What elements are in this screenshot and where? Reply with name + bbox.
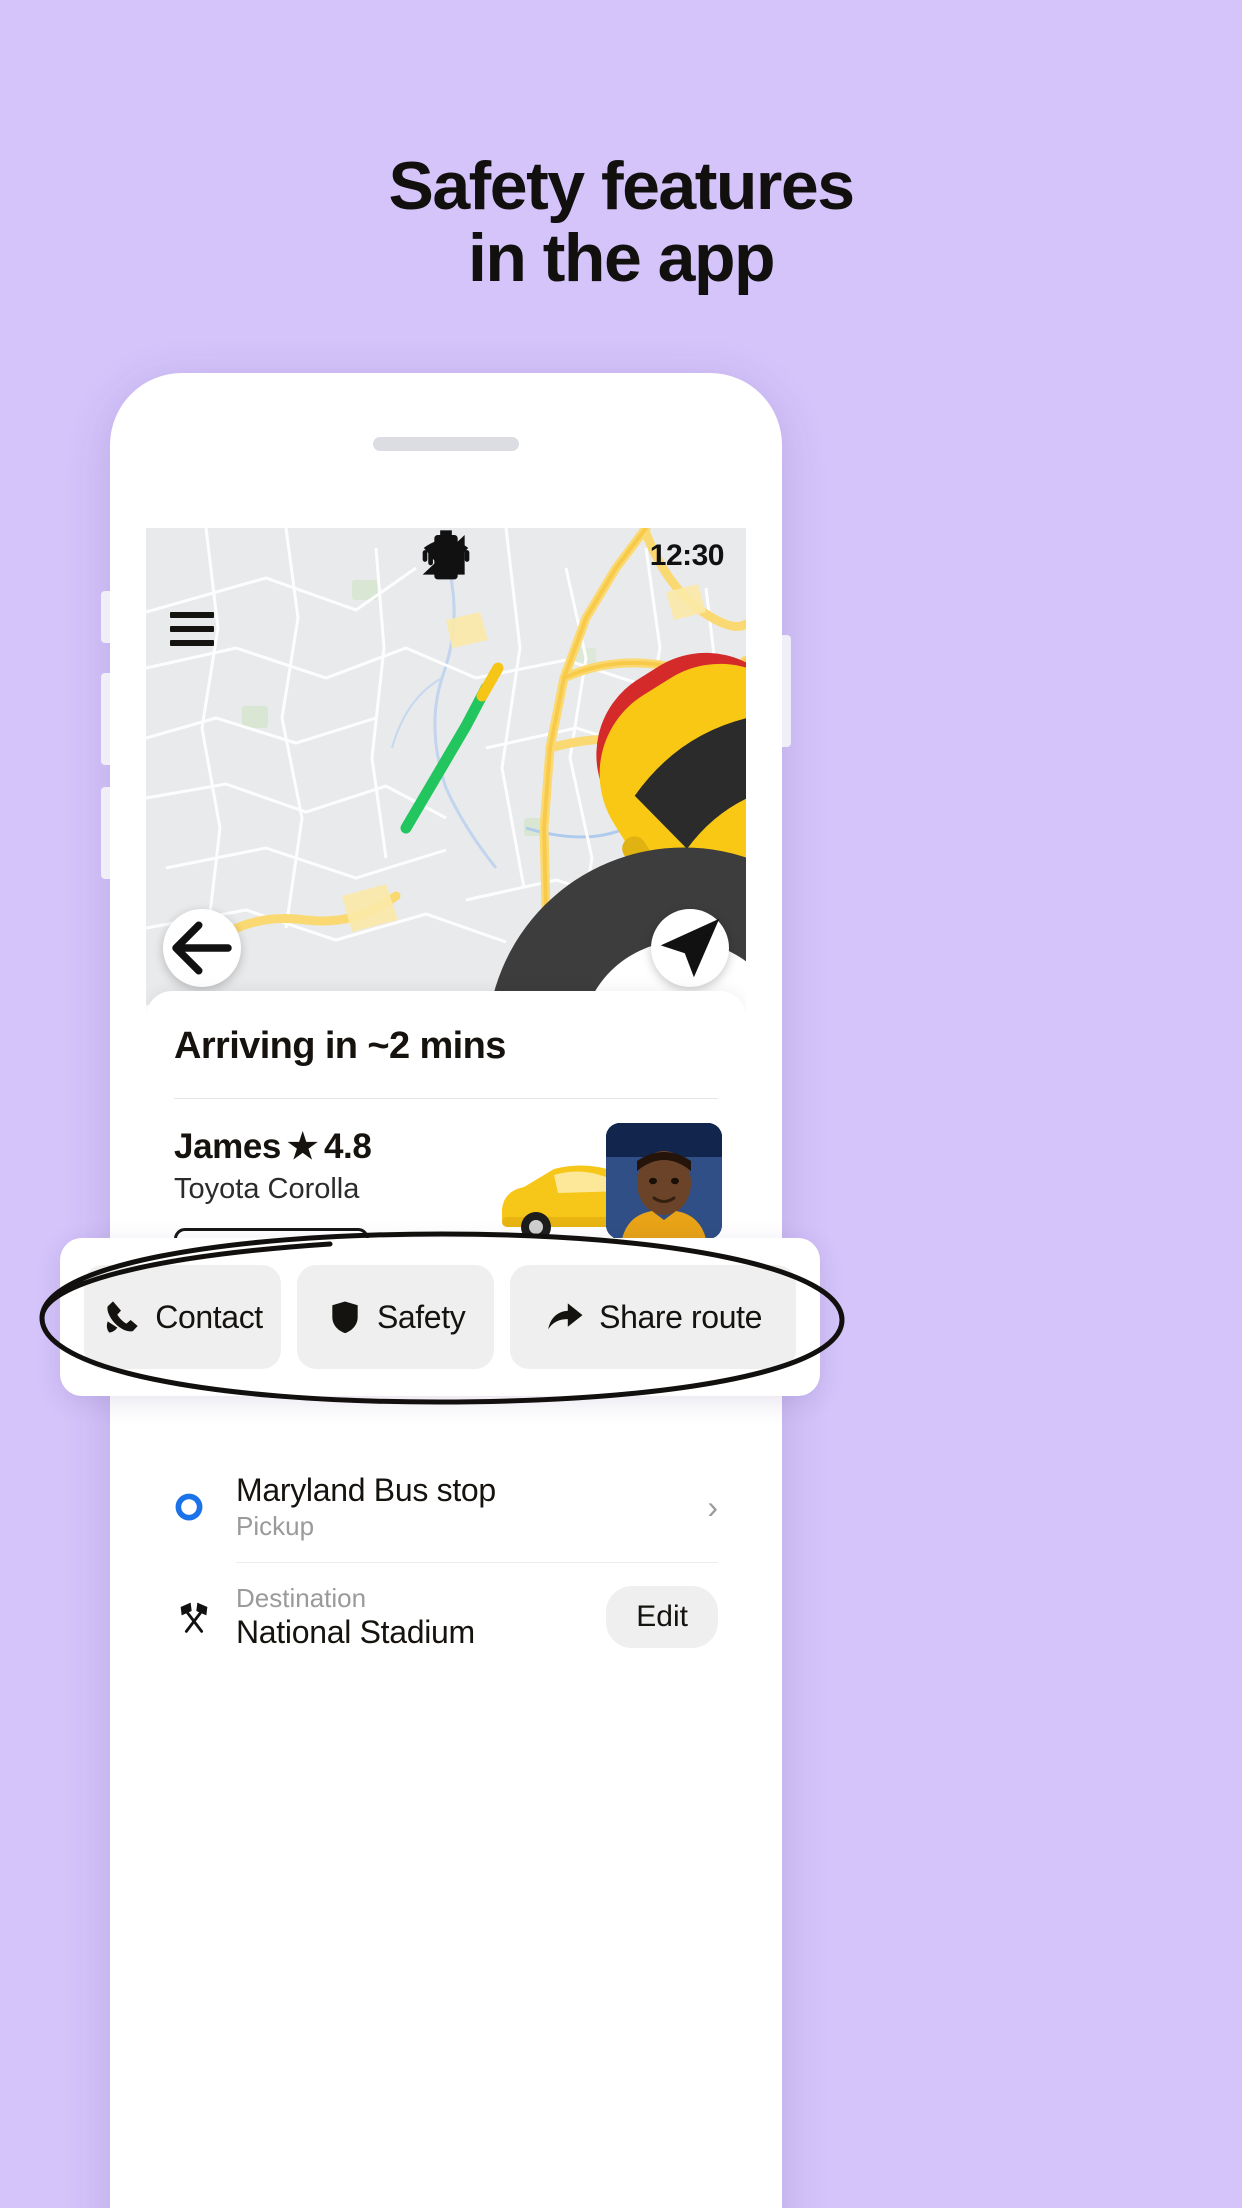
page-title: Safety features in the app [0,150,1242,294]
phone-icon [107,1301,138,1333]
contact-label: Contact [155,1298,263,1335]
shield-icon [332,1301,358,1334]
page-title-line-1: Safety features [388,148,855,224]
driver-rating: 4.8 [323,1127,372,1166]
safety-button[interactable]: Safety [297,1265,495,1369]
hamburger-menu-icon[interactable] [170,612,214,646]
arrow-left-icon [172,921,232,975]
phone-volume-up-button [101,673,110,765]
safety-label: Safety [376,1298,466,1335]
map-view[interactable]: 12:30 [146,528,746,1005]
trip-details-sheet: Arriving in ~2 mins James ★ 4.8 Toyota C… [146,991,746,2208]
pickup-subtitle: Pickup [236,1511,315,1541]
phone-volume-down-button [101,787,110,879]
phone-mute-switch [101,591,110,643]
back-button[interactable] [163,909,241,987]
quick-actions-callout: Contact Safety Share route [60,1238,820,1396]
driver-photo [606,1123,722,1239]
recenter-location-button[interactable] [651,909,729,987]
share-route-button[interactable]: Share route [510,1265,796,1369]
pickup-title: Maryland Bus stop [236,1472,496,1508]
quick-actions-row-highlighted: Contact Safety Share route [60,1238,820,1396]
trip-row-destination[interactable]: Destination National Stadium Edit [146,1563,746,1671]
vehicle-illustration [492,1123,722,1242]
checkered-flags-icon [174,1597,236,1637]
star-icon: ★ [286,1127,318,1166]
driver-name-rating: James ★ 4.8 [174,1127,492,1167]
trip-row-pickup[interactable]: Maryland Bus stop Pickup › [146,1452,746,1562]
share-route-label: Share route [599,1298,762,1335]
edit-destination-button[interactable]: Edit [606,1586,718,1648]
phone-power-button [782,635,791,747]
vehicle-model: Toyota Corolla [174,1173,360,1205]
eta-text: Arriving in ~2 mins [174,1025,506,1067]
chevron-right-icon[interactable]: › [695,1489,718,1526]
driver-avatar [606,1123,722,1239]
battery-icon [434,530,458,580]
navigation-arrow-icon [660,918,720,978]
status-bar: 12:30 [146,528,746,584]
destination-title: National Stadium [236,1614,475,1650]
contact-button[interactable]: Contact [84,1265,282,1369]
share-arrow-icon [548,1303,583,1330]
driver-name: James [174,1127,281,1166]
page-title-line-2: in the app [467,220,776,297]
destination-label: Destination [236,1583,367,1613]
pickup-circle-icon [174,1492,236,1522]
phone-speaker [373,437,519,451]
